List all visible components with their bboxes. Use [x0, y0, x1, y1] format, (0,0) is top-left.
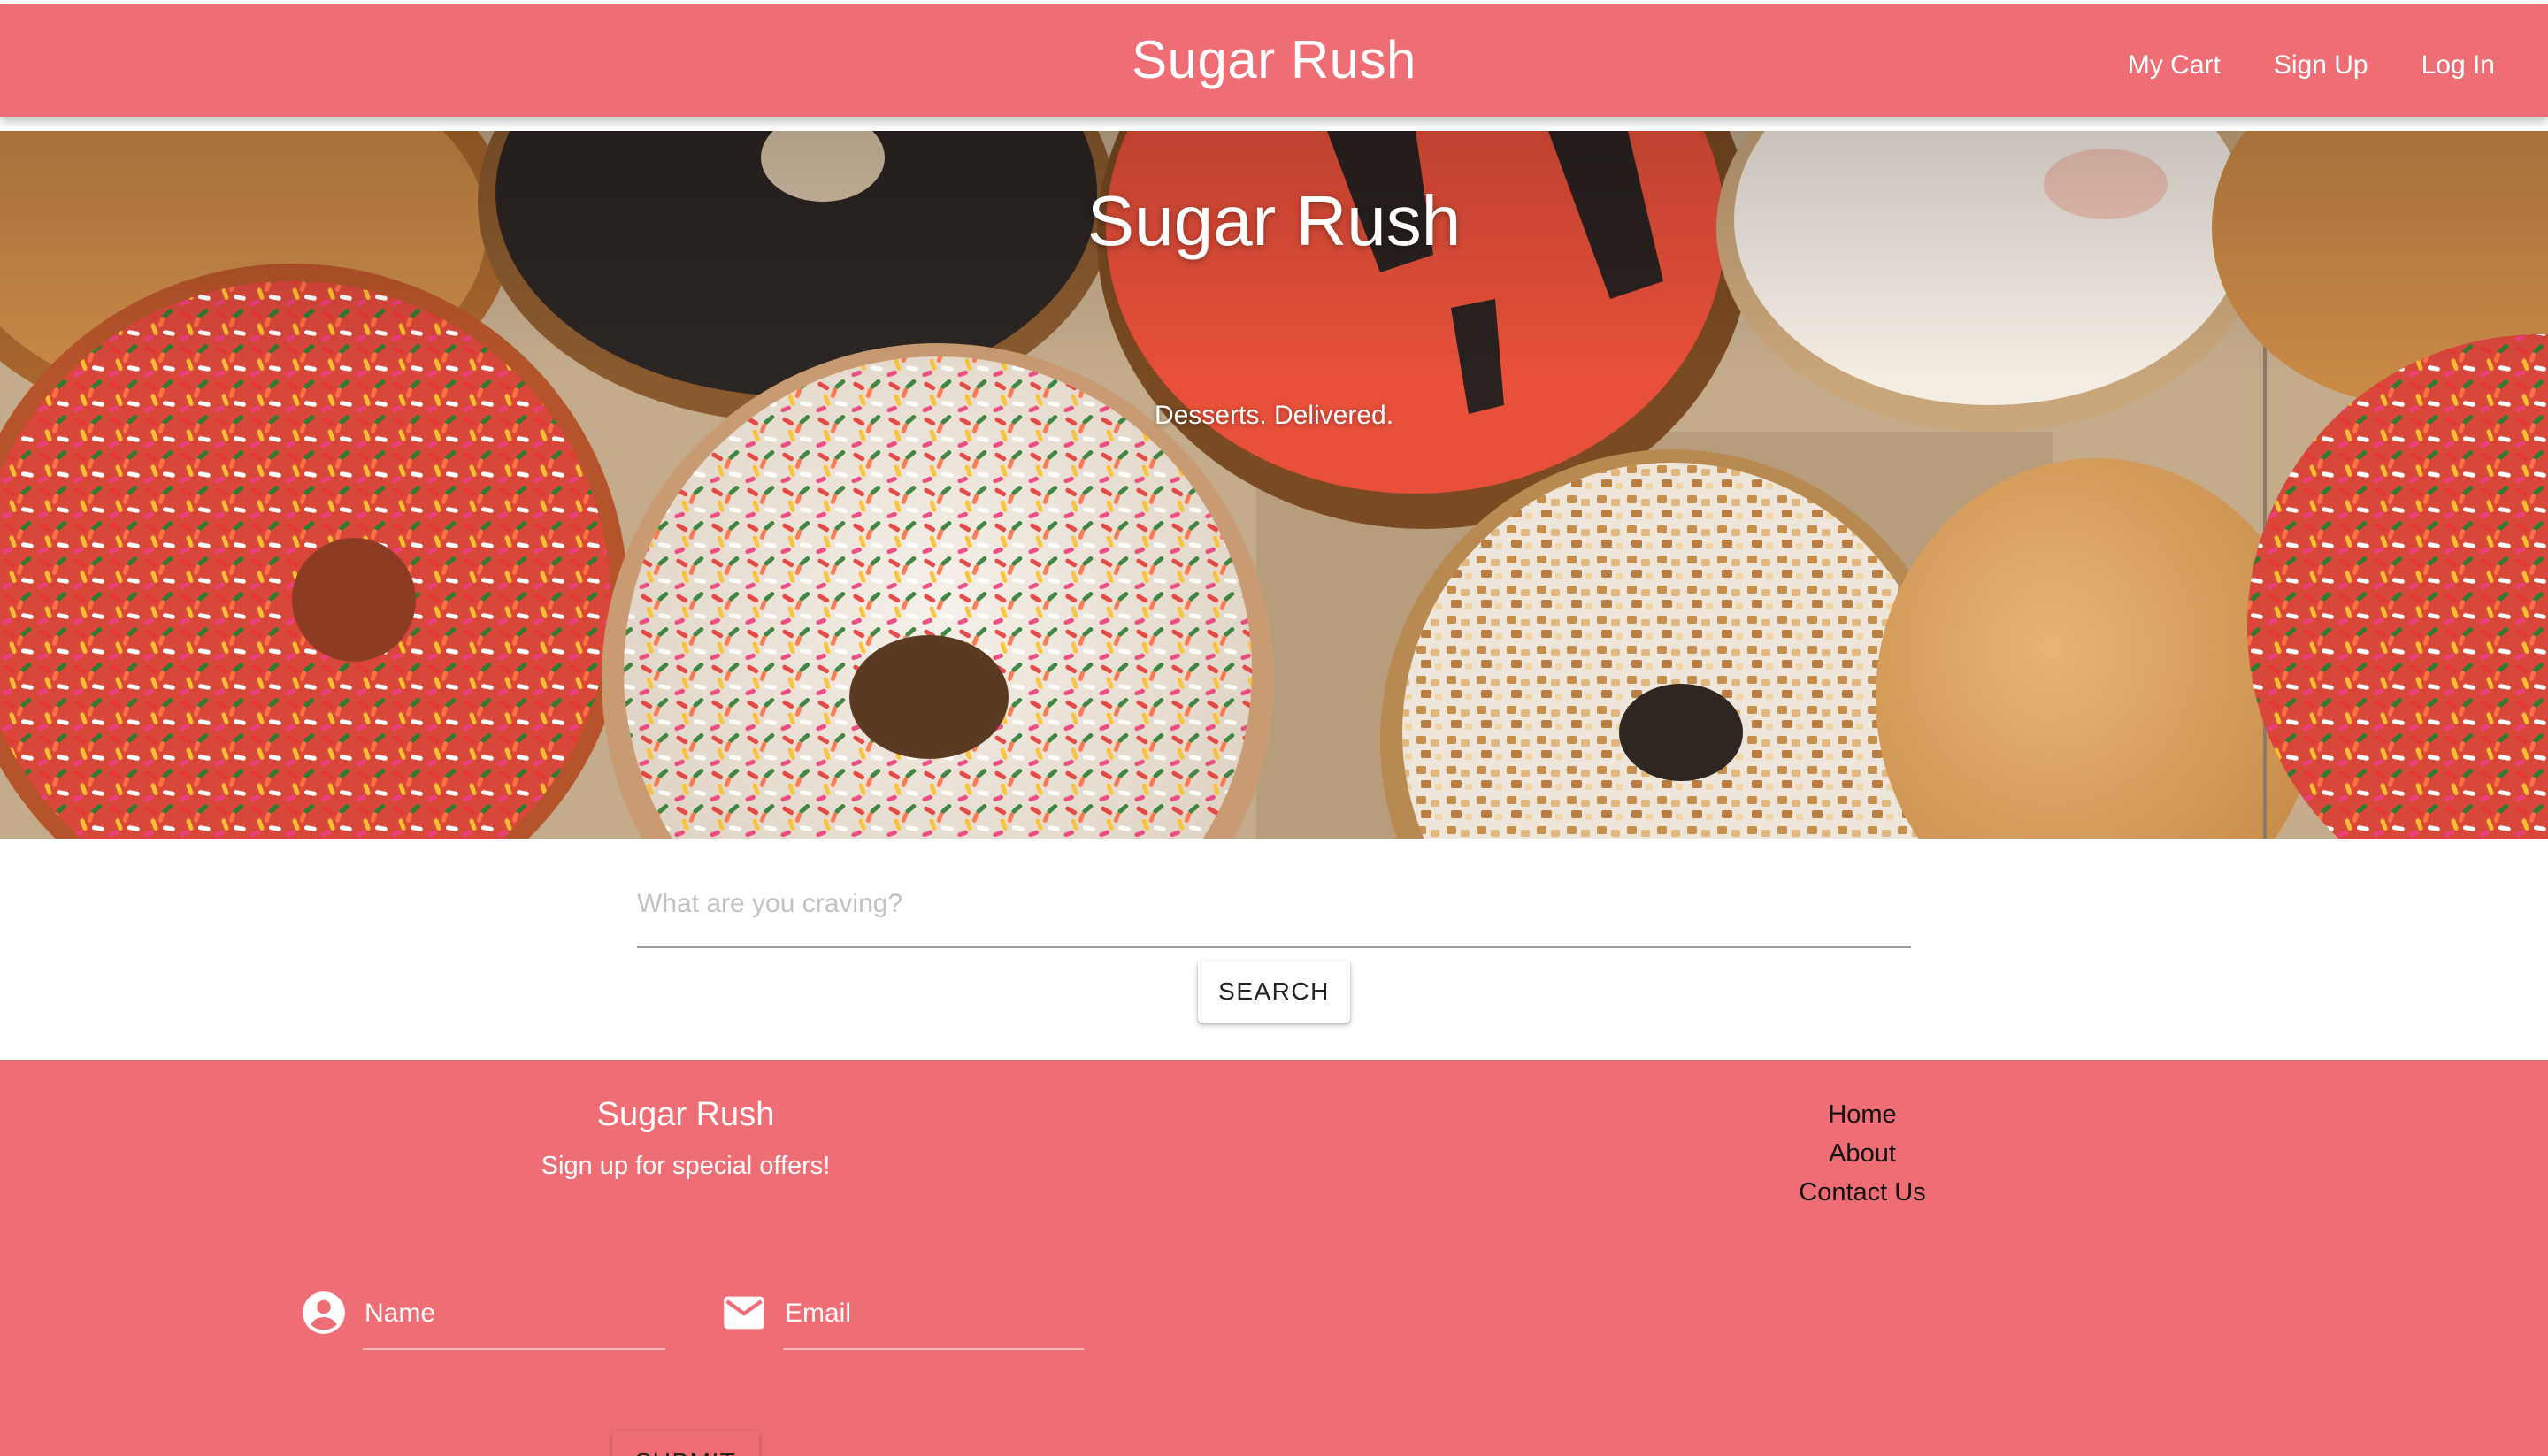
footer-links: Home About Contact Us: [1685, 1095, 2039, 1212]
email-field: [721, 1288, 1084, 1350]
email-icon: [724, 1296, 764, 1330]
name-underline: [363, 1348, 665, 1350]
email-underline: [783, 1348, 1084, 1350]
account-circle-icon: [303, 1291, 345, 1334]
search-input[interactable]: [637, 876, 1911, 932]
footer-tagline: Sign up for special offers!: [541, 1152, 831, 1180]
nav-link-my-cart[interactable]: My Cart: [2101, 41, 2247, 90]
footer-brand: Sugar Rush: [596, 1096, 775, 1133]
search-field: [637, 876, 1911, 948]
email-input[interactable]: [785, 1291, 1077, 1336]
navbar-links: My Cart Sign Up Log In: [2101, 41, 2521, 90]
nav-link-sign-up[interactable]: Sign Up: [2247, 41, 2395, 90]
name-input[interactable]: [365, 1291, 658, 1336]
hero-banner: Sugar Rush Desserts. Delivered.: [0, 131, 2548, 839]
name-field: [301, 1288, 665, 1350]
submit-button[interactable]: SUBMIT: [612, 1431, 759, 1456]
hero-subtitle: Desserts. Delivered.: [1154, 401, 1394, 430]
nav-link-log-in[interactable]: Log In: [2395, 41, 2521, 90]
footer-link-contact-us[interactable]: Contact Us: [1685, 1173, 2039, 1212]
hero-title: Sugar Rush: [1086, 181, 1462, 260]
footer: Sugar Rush Sign up for special offers! H…: [0, 1060, 2548, 1456]
top-navbar: Sugar Rush My Cart Sign Up Log In: [0, 4, 2548, 117]
footer-link-about[interactable]: About: [1685, 1134, 2039, 1173]
footer-link-home[interactable]: Home: [1685, 1095, 2039, 1134]
search-button[interactable]: SEARCH: [1198, 961, 1350, 1023]
